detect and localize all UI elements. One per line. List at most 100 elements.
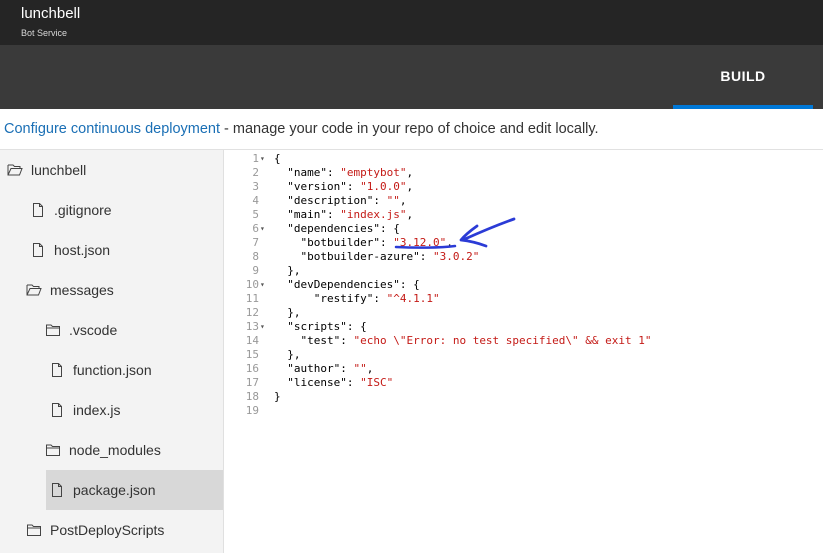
code-text: "license": "ISC" [274,376,394,389]
code-line[interactable]: 4 "description": "", [225,194,823,208]
line-number: 7 [252,236,259,249]
tree-item-postdeployscripts[interactable]: PostDeployScripts [0,510,223,550]
code-line[interactable]: 7 "botbuilder": "3.12.0", [225,236,823,250]
tree-item-package-json[interactable]: package.json [46,470,223,510]
code-text: "scripts": { [274,320,367,333]
tree-item-label: .gitignore [54,202,112,218]
line-number: 12 [245,306,259,319]
tab-build-label: BUILD [720,68,766,84]
tree-item-host-json[interactable]: host.json [0,230,223,270]
code-text: "test": "echo \"Error: no test specified… [274,334,652,347]
tab-bar: BUILD [0,45,823,109]
string-literal: "3.12.0" [393,236,447,249]
line-number: 10 [245,278,259,291]
tree-item-label: host.json [54,242,111,258]
app-subtitle: Bot Service [21,28,68,38]
code-line[interactable]: 1 ▾ { [225,152,823,166]
file-icon [30,242,46,258]
tree-item-label: messages [50,282,114,298]
code-line[interactable]: 15 }, [225,348,823,362]
file-tree: lunchbell .gitignore host.json messages … [0,150,224,553]
tree-item-label: index.js [73,402,121,418]
code-text: }, [274,264,301,277]
code-line[interactable]: 19 [225,404,823,418]
tree-item-index-js[interactable]: index.js [0,390,223,430]
folder-icon [45,442,61,458]
line-number: 11 [245,292,259,305]
code-line[interactable]: 8 "botbuilder-azure": "3.0.2" [225,250,823,264]
code-line[interactable]: 5 "main": "index.js", [225,208,823,222]
tree-item-vscode[interactable]: .vscode [0,310,223,350]
line-number: 4 [252,194,259,207]
tree-item-gitignore[interactable]: .gitignore [0,190,223,230]
string-literal: "echo \"Error: no test specified\" && ex… [353,334,652,347]
code-text: "description": "", [274,194,407,207]
line-number: 15 [245,348,259,361]
string-literal: "" [353,362,367,375]
tree-item-label: lunchbell [31,162,87,178]
code-line[interactable]: 13 ▾ "scripts": { [225,320,823,334]
tree-item-node-modules[interactable]: node_modules [0,430,223,470]
top-bar: lunchbell Bot Service [0,0,823,45]
code-text: } [274,390,281,403]
tree-item-messages[interactable]: messages [0,270,223,310]
tree-item-lunchbell[interactable]: lunchbell [0,150,223,190]
code-line[interactable]: 6 ▾ "dependencies": { [225,222,823,236]
code-text: }, [274,348,301,361]
tab-build[interactable]: BUILD [673,45,813,109]
code-line[interactable]: 11 "restify": "^4.1.1" [225,292,823,306]
tree-item-function-json[interactable]: function.json [0,350,223,390]
deployment-description: Configure continuous deployment - manage… [4,121,599,137]
line-number: 2 [252,166,259,179]
string-literal: "" [386,194,400,207]
string-literal: "index.js" [340,208,407,221]
code-line[interactable]: 17 "license": "ISC" [225,376,823,390]
code-line[interactable]: 16 "author": "", [225,362,823,376]
line-number: 13 [245,320,259,333]
file-icon [49,482,65,498]
code-line[interactable]: 12 }, [225,306,823,320]
line-number: 14 [245,334,259,347]
tree-item-label: PostDeployScripts [50,522,165,538]
code-text: "botbuilder": "3.12.0", [274,236,453,249]
code-line[interactable]: 2 "name": "emptybot", [225,166,823,180]
code-line[interactable]: 18} [225,390,823,404]
tree-item-label: .vscode [69,322,118,338]
fold-toggle-icon[interactable]: ▾ [260,320,270,334]
code-line[interactable]: 9 }, [225,264,823,278]
tree-item-label: node_modules [69,442,161,458]
fold-toggle-icon[interactable]: ▾ [260,152,270,166]
code-editor[interactable]: 1 ▾{2 "name": "emptybot", 3 "version": "1.… [225,150,823,553]
folder-icon [45,322,61,338]
code-text: "name": "emptybot", [274,166,414,179]
fold-toggle-icon[interactable]: ▾ [260,278,270,292]
code-text: }, [274,306,301,319]
string-literal: "emptybot" [340,166,407,179]
app-name[interactable]: lunchbell [21,5,80,22]
line-number: 18 [245,390,259,403]
code-line[interactable]: 14 "test": "echo \"Error: no test specif… [225,334,823,348]
line-number: 8 [252,250,259,263]
folder-icon [26,522,42,538]
description-text: - manage your code in your repo of choic… [220,121,599,137]
code-line[interactable]: 3 "version": "1.0.0", [225,180,823,194]
file-icon [49,402,65,418]
line-number: 19 [245,404,259,417]
fold-toggle-icon[interactable]: ▾ [260,222,270,236]
code-text: "dependencies": { [274,222,400,235]
line-number: 16 [245,362,259,375]
tree-item-label: function.json [73,362,152,378]
code-text: "devDependencies": { [274,278,420,291]
folder-open-icon [26,282,42,298]
configure-deployment-link[interactable]: Configure continuous deployment [4,121,220,137]
file-icon [49,362,65,378]
string-literal: "3.0.2" [432,250,480,263]
string-literal: "1.0.0" [360,180,407,193]
code-line[interactable]: 10 ▾ "devDependencies": { [225,278,823,292]
line-number: 5 [252,208,259,221]
code-text: "main": "index.js", [274,208,414,221]
code-text: "author": "", [274,362,374,375]
file-icon [30,202,46,218]
code-text: { [274,152,281,165]
active-tab-indicator [673,105,813,109]
